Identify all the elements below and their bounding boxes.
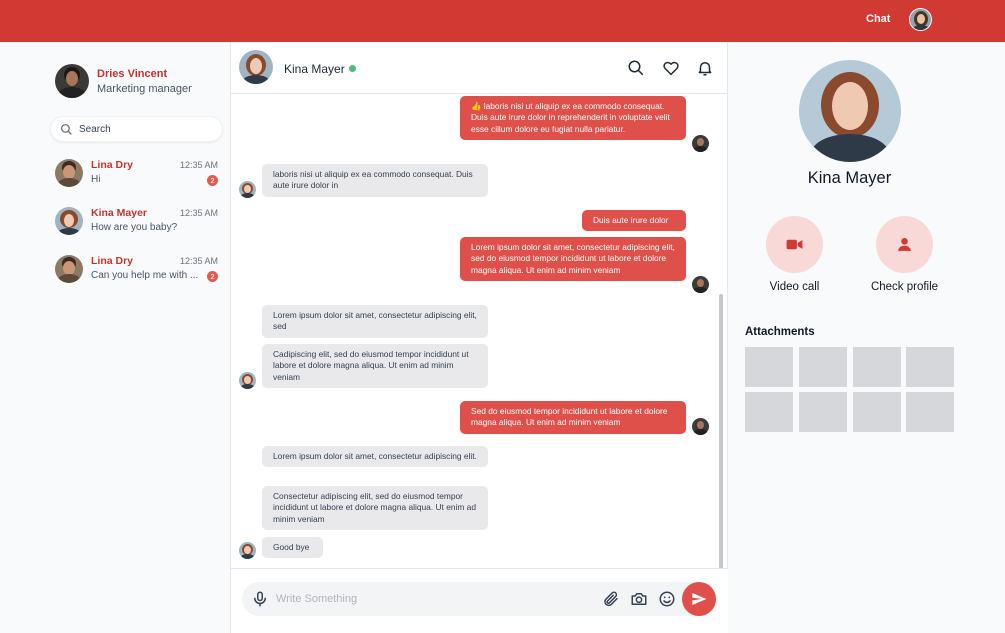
paperclip-icon[interactable] bbox=[602, 590, 620, 608]
chat-panel: Kina Mayer 👍 laboris nisi ut aliquip ex … bbox=[231, 42, 728, 633]
contact-profile-photo bbox=[799, 60, 901, 162]
profile-name: Kina Mayer bbox=[807, 169, 892, 187]
online-status-dot bbox=[349, 65, 356, 72]
video-call-button[interactable]: Video call bbox=[728, 216, 848, 306]
outgoing-message: Sed do eiusmod tempor incididunt ut labo… bbox=[460, 401, 686, 434]
outgoing-message: 👍 laboris nisi ut aliquip ex ea commodo … bbox=[460, 96, 686, 140]
contact-name: Kina Mayer bbox=[91, 207, 148, 219]
my-avatar bbox=[692, 276, 709, 293]
message-time: 12:35 AM bbox=[179, 256, 218, 266]
conversation-item[interactable]: Lina Dry 12:35 AM Can you help me with .… bbox=[55, 255, 220, 295]
message-preview: How are you baby? bbox=[91, 222, 178, 233]
conversation-item[interactable]: Kina Mayer 12:35 AM How are you baby? bbox=[55, 207, 220, 247]
chat-header: Kina Mayer bbox=[231, 42, 728, 94]
attachment-thumbnail[interactable] bbox=[853, 347, 901, 387]
send-icon bbox=[692, 593, 707, 605]
search-icon[interactable] bbox=[627, 59, 645, 77]
conversation-sidebar: Dries Vincent Marketing manager Lina Dry… bbox=[0, 42, 231, 633]
attachment-thumbnail[interactable] bbox=[853, 392, 901, 432]
search-box[interactable] bbox=[50, 116, 223, 142]
contact-avatar bbox=[55, 255, 83, 283]
check-profile-label: Check profile bbox=[870, 281, 939, 293]
incoming-message: Good bye bbox=[262, 537, 323, 559]
incoming-message: laboris nisi ut aliquip ex ea commodo co… bbox=[262, 164, 488, 197]
microphone-icon[interactable] bbox=[251, 590, 269, 608]
contact-avatar bbox=[239, 372, 256, 389]
user-avatar[interactable] bbox=[909, 8, 932, 31]
my-name: Dries Vincent bbox=[97, 68, 168, 80]
bell-icon[interactable] bbox=[696, 59, 714, 77]
attachment-thumbnail[interactable] bbox=[906, 347, 954, 387]
contact-name: Kina Mayer bbox=[284, 62, 345, 76]
message-composer bbox=[231, 568, 728, 633]
contact-avatar bbox=[239, 542, 256, 559]
incoming-message: Consectetur adipiscing elit, sed do eius… bbox=[262, 486, 488, 530]
video-icon bbox=[786, 239, 803, 250]
attachment-thumbnail[interactable] bbox=[906, 392, 954, 432]
top-bar: Chat bbox=[0, 0, 1005, 42]
message-list[interactable]: 👍 laboris nisi ut aliquip ex ea commodo … bbox=[231, 94, 728, 568]
user-icon bbox=[898, 238, 911, 251]
my-role: Marketing manager bbox=[97, 83, 192, 95]
unread-badge: 2 bbox=[207, 271, 218, 282]
contact-avatar bbox=[239, 181, 256, 198]
contact-avatar[interactable] bbox=[239, 50, 273, 84]
profile-panel: Kina Mayer Video call Check profile Atta… bbox=[728, 42, 1005, 633]
contact-name: Lina Dry bbox=[91, 159, 134, 171]
check-profile-button[interactable]: Check profile bbox=[838, 216, 958, 306]
heart-icon[interactable] bbox=[662, 59, 680, 77]
my-avatar bbox=[692, 135, 709, 152]
smiley-icon[interactable] bbox=[658, 590, 676, 608]
outgoing-message: Lorem ipsum dolor sit amet, consectetur … bbox=[460, 237, 686, 281]
attachment-thumbnail[interactable] bbox=[799, 347, 847, 387]
incoming-message: Cadipiscing elit, sed do eiusmod tempor … bbox=[262, 344, 488, 388]
search-icon bbox=[60, 123, 72, 135]
scrollbar[interactable] bbox=[719, 294, 723, 568]
camera-icon[interactable] bbox=[630, 590, 648, 608]
search-input[interactable] bbox=[79, 121, 219, 138]
chat-nav-link[interactable]: Chat bbox=[866, 13, 890, 25]
attachment-thumbnail[interactable] bbox=[745, 392, 793, 432]
contact-name: Lina Dry bbox=[91, 255, 134, 267]
incoming-message: Lorem ipsum dolor sit amet, consectetur … bbox=[262, 305, 488, 338]
message-field bbox=[242, 582, 718, 616]
incoming-message: Lorem ipsum dolor sit amet, consectetur … bbox=[262, 446, 488, 468]
contact-avatar bbox=[55, 159, 83, 187]
attachments-title: Attachments bbox=[745, 326, 815, 338]
my-avatar[interactable] bbox=[55, 64, 89, 98]
conversation-item[interactable]: Lina Dry 12:35 AM Hi 2 bbox=[55, 159, 220, 199]
unread-badge: 2 bbox=[207, 175, 218, 186]
attachment-thumbnail[interactable] bbox=[799, 392, 847, 432]
message-input[interactable] bbox=[276, 591, 576, 607]
send-button[interactable] bbox=[682, 582, 716, 616]
contact-avatar bbox=[55, 207, 83, 235]
message-time: 12:35 AM bbox=[179, 160, 218, 170]
attachment-thumbnail[interactable] bbox=[745, 347, 793, 387]
message-preview: Hi bbox=[91, 174, 101, 185]
message-preview: Can you help me with ... bbox=[91, 270, 199, 281]
message-time: 12:35 AM bbox=[179, 208, 218, 218]
outgoing-message: Duis aute irure dolor bbox=[582, 210, 686, 232]
my-avatar bbox=[692, 418, 709, 435]
